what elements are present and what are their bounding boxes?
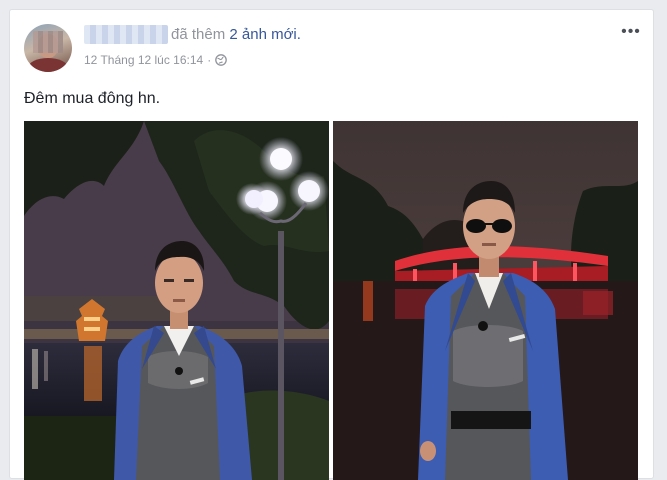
post-timestamp[interactable]: 12 Tháng 12 lúc 16:14	[84, 52, 203, 68]
author-name-blurred[interactable]	[84, 25, 168, 44]
photos-link[interactable]: 2 ảnh mới	[229, 26, 296, 43]
separator: ·	[207, 53, 212, 67]
action-text: đã thêm	[171, 26, 226, 43]
avatar-blur	[33, 31, 63, 53]
post-photo-2[interactable]	[333, 121, 638, 480]
post-photo-1[interactable]	[24, 121, 329, 480]
author-avatar[interactable]	[24, 24, 72, 72]
photo-2-image	[333, 121, 638, 480]
more-options-icon[interactable]: •••	[617, 24, 645, 40]
avatar-shirt	[28, 58, 68, 72]
post-action: đã thêm 2 ảnh mới.	[171, 25, 301, 44]
globe-icon[interactable]	[215, 54, 228, 66]
photo-1-image	[24, 121, 329, 480]
action-end: .	[296, 26, 301, 43]
feed-post: đã thêm 2 ảnh mới. 12 Tháng 12 lúc 16:14…	[9, 9, 654, 480]
post-meta: 12 Tháng 12 lúc 16:14 ·	[84, 52, 228, 68]
post-message: Đêm mua đông hn.	[24, 90, 161, 107]
